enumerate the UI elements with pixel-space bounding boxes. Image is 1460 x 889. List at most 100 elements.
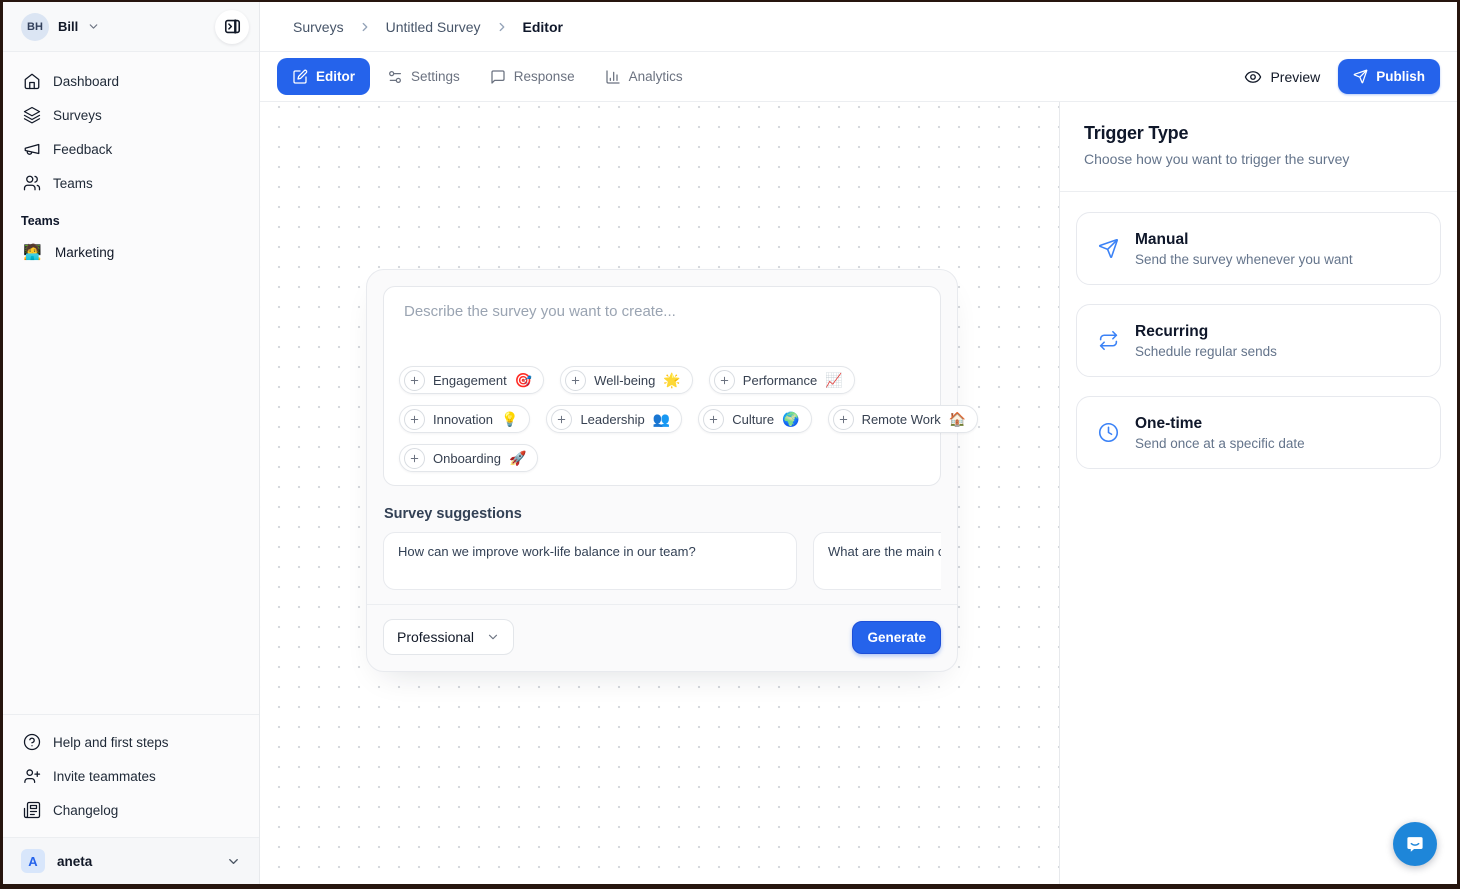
- chip-label: Culture: [732, 412, 774, 427]
- tone-select[interactable]: Professional: [383, 619, 514, 655]
- bar-chart-icon: [605, 69, 621, 85]
- plus-icon: [404, 448, 425, 469]
- trigger-option-description: Send the survey whenever you want: [1135, 252, 1353, 267]
- survey-toolbar: Editor Settings Response Analytics: [260, 52, 1457, 102]
- home-icon: [23, 72, 41, 90]
- send-icon: [1353, 69, 1368, 84]
- message-square-icon: [490, 69, 506, 85]
- main-area: Surveys Untitled Survey Editor Editor: [260, 2, 1457, 884]
- topic-chip-leadership[interactable]: Leadership 👥: [546, 405, 682, 433]
- breadcrumb-surveys[interactable]: Surveys: [293, 19, 344, 35]
- chip-label: Leadership: [580, 412, 644, 427]
- prompt-box: Engagement 🎯 Well-being 🌟: [383, 286, 941, 486]
- tab-editor[interactable]: Editor: [277, 58, 370, 95]
- topic-chips: Engagement 🎯 Well-being 🌟: [399, 366, 925, 472]
- chevron-down-icon: [87, 20, 100, 33]
- chip-label: Onboarding: [433, 451, 501, 466]
- busts-emoji: 👥: [653, 412, 670, 426]
- chip-label: Remote Work: [862, 412, 941, 427]
- newspaper-icon: [23, 801, 41, 819]
- tab-response[interactable]: Response: [477, 58, 588, 95]
- sidebar: BH Bill Dashboard: [3, 2, 260, 884]
- account-avatar: A: [21, 849, 45, 873]
- layers-icon: [23, 106, 41, 124]
- star-emoji: 🌟: [663, 373, 680, 387]
- tone-selected-value: Professional: [397, 629, 474, 645]
- target-emoji: 🎯: [515, 373, 532, 387]
- chat-launcher-button[interactable]: [1393, 822, 1437, 866]
- account-menu[interactable]: A aneta: [3, 837, 259, 884]
- survey-composer-card: Engagement 🎯 Well-being 🌟: [366, 269, 958, 672]
- tab-label: Analytics: [629, 69, 683, 84]
- tab-settings[interactable]: Settings: [374, 58, 473, 95]
- suggestions-row: How can we improve work-life balance in …: [383, 532, 941, 590]
- publish-button[interactable]: Publish: [1338, 59, 1440, 94]
- chip-label: Innovation: [433, 412, 493, 427]
- tab-analytics[interactable]: Analytics: [592, 58, 696, 95]
- panel-subtitle: Choose how you want to trigger the surve…: [1084, 151, 1433, 167]
- chip-label: Engagement: [433, 373, 507, 388]
- chevron-right-icon: [495, 20, 509, 34]
- sidebar-item-label: Teams: [53, 176, 93, 191]
- suggestions-title: Survey suggestions: [384, 506, 940, 522]
- chevron-right-icon: [358, 20, 372, 34]
- teams-section-label: Teams: [3, 200, 259, 236]
- suggestion-card[interactable]: How can we improve work-life balance in …: [383, 532, 797, 590]
- sidebar-item-surveys[interactable]: Surveys: [15, 98, 247, 132]
- plus-icon: [404, 370, 425, 391]
- sidebar-item-invite[interactable]: Invite teammates: [15, 759, 247, 793]
- bulb-emoji: 💡: [501, 412, 518, 426]
- preview-button[interactable]: Preview: [1244, 68, 1320, 86]
- team-name: Marketing: [55, 245, 114, 260]
- trigger-option-recurring[interactable]: Recurring Schedule regular sends: [1076, 304, 1441, 377]
- sidebar-item-feedback[interactable]: Feedback: [15, 132, 247, 166]
- settings-icon: [387, 69, 403, 85]
- sidebar-item-changelog[interactable]: Changelog: [15, 793, 247, 827]
- tab-label: Settings: [411, 69, 460, 84]
- trigger-type-panel: Trigger Type Choose how you want to trig…: [1059, 102, 1457, 884]
- sidebar-item-team-marketing[interactable]: 🧑‍💻 Marketing: [3, 236, 259, 268]
- topic-chip-remote-work[interactable]: Remote Work 🏠: [828, 405, 979, 433]
- plus-icon: [714, 370, 735, 391]
- sidebar-footer-nav: Help and first steps Invite teammates Ch…: [3, 714, 259, 837]
- sidebar-item-help[interactable]: Help and first steps: [15, 725, 247, 759]
- repeat-icon: [1098, 330, 1119, 351]
- clock-icon: [1098, 422, 1119, 443]
- suggestion-card[interactable]: What are the main ob: [813, 532, 941, 590]
- chart-up-emoji: 📈: [825, 373, 842, 387]
- globe-emoji: 🌍: [782, 412, 799, 426]
- house-emoji: 🏠: [949, 412, 966, 426]
- sidebar-item-label: Dashboard: [53, 74, 119, 89]
- survey-description-input[interactable]: [399, 302, 925, 360]
- topic-chip-culture[interactable]: Culture 🌍: [698, 405, 811, 433]
- sidebar-item-label: Help and first steps: [53, 735, 169, 750]
- eye-icon: [1244, 68, 1262, 86]
- trigger-option-title: Recurring: [1135, 323, 1277, 341]
- trigger-option-one-time[interactable]: One-time Send once at a specific date: [1076, 396, 1441, 469]
- users-icon: [23, 174, 41, 192]
- topic-chip-engagement[interactable]: Engagement 🎯: [399, 366, 544, 394]
- chat-bubble-icon: [1404, 833, 1426, 855]
- topic-chip-innovation[interactable]: Innovation 💡: [399, 405, 530, 433]
- workspace-switcher[interactable]: BH Bill: [3, 2, 259, 52]
- topic-chip-onboarding[interactable]: Onboarding 🚀: [399, 444, 538, 472]
- sidebar-item-dashboard[interactable]: Dashboard: [15, 64, 247, 98]
- sidebar-item-teams[interactable]: Teams: [15, 166, 247, 200]
- trigger-option-manual[interactable]: Manual Send the survey whenever you want: [1076, 212, 1441, 285]
- panel-toggle-icon: [223, 17, 242, 36]
- breadcrumb-untitled-survey[interactable]: Untitled Survey: [386, 19, 481, 35]
- plus-icon: [565, 370, 586, 391]
- app-window: BH Bill Dashboard: [0, 0, 1460, 889]
- plus-icon: [703, 409, 724, 430]
- chip-label: Performance: [743, 373, 817, 388]
- publish-label: Publish: [1376, 69, 1425, 84]
- generate-button[interactable]: Generate: [852, 621, 941, 654]
- plus-icon: [833, 409, 854, 430]
- editor-canvas[interactable]: Engagement 🎯 Well-being 🌟: [260, 102, 1059, 884]
- panel-title: Trigger Type: [1084, 123, 1433, 144]
- preview-label: Preview: [1270, 69, 1320, 85]
- topic-chip-well-being[interactable]: Well-being 🌟: [560, 366, 693, 394]
- sidebar-collapse-button[interactable]: [215, 10, 249, 44]
- sidebar-item-label: Feedback: [53, 142, 112, 157]
- topic-chip-performance[interactable]: Performance 📈: [709, 366, 855, 394]
